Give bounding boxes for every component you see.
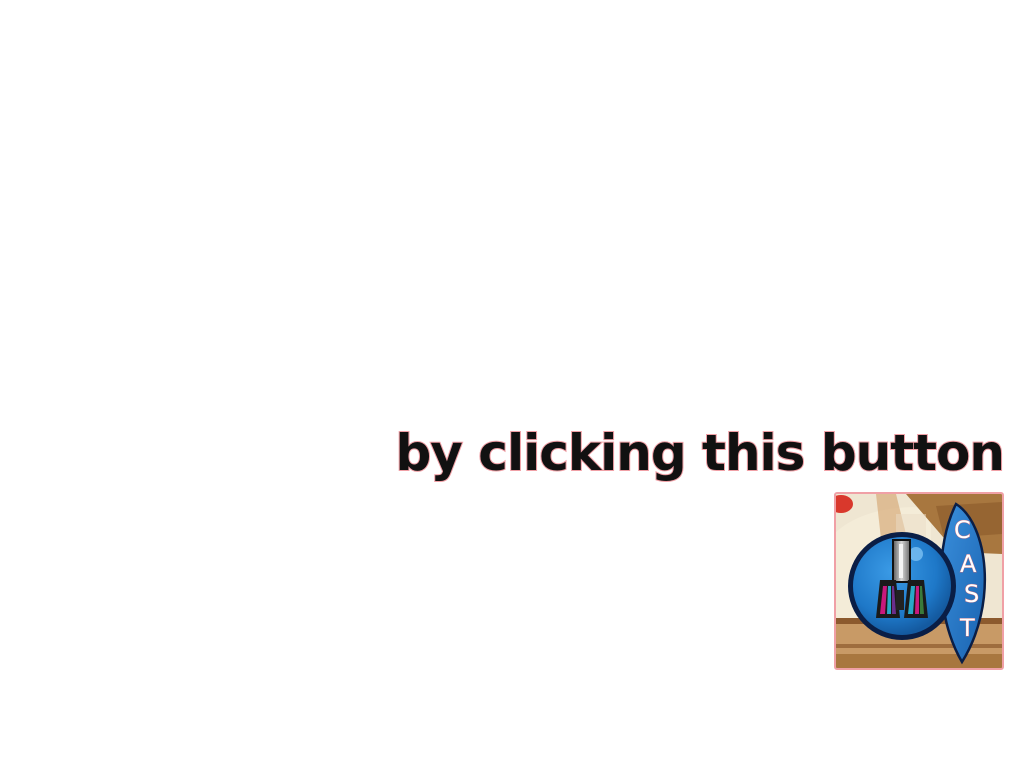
svg-text:A: A xyxy=(960,550,977,578)
svg-text:T: T xyxy=(959,614,975,642)
svg-text:C: C xyxy=(954,516,971,544)
svg-text:S: S xyxy=(964,580,979,608)
instruction-caption: by clicking this button xyxy=(395,423,1006,483)
slide: by clicking this button C A S T xyxy=(0,0,1024,768)
cast-icon: C A S T xyxy=(836,494,1002,668)
cast-launch-button[interactable]: C A S T xyxy=(834,492,1004,670)
